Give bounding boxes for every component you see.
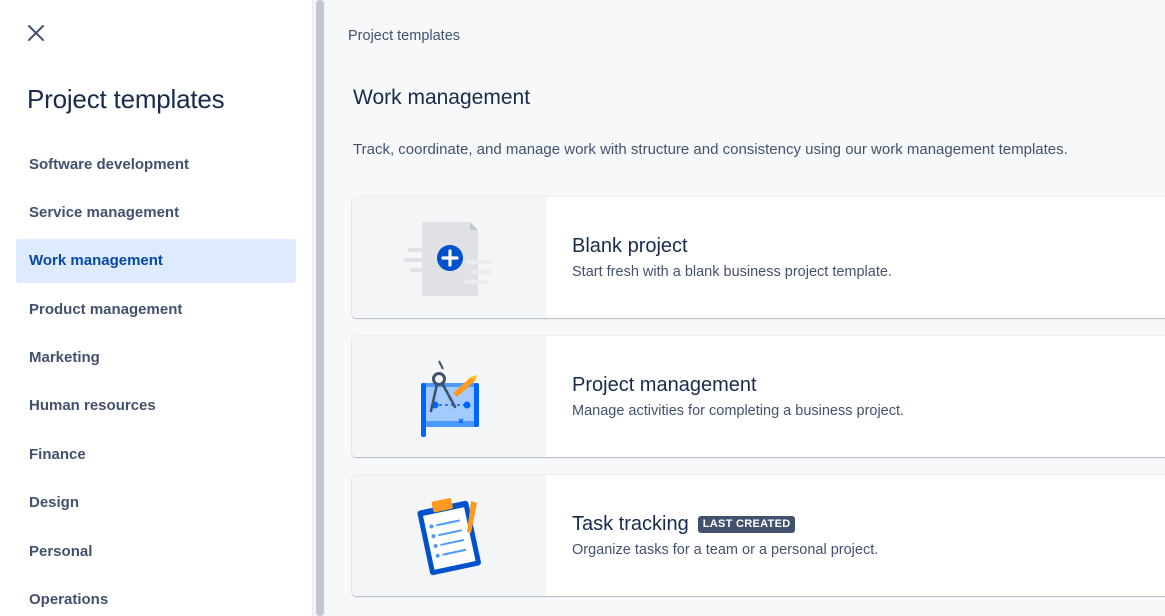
card-title-text: Task tracking [572,513,689,535]
sidebar-item-personal[interactable]: Personal [16,529,296,573]
card-title-text: Blank project [572,235,688,257]
card-title: Project management [572,374,757,397]
task-tracking-icon [417,497,481,575]
scrollbar-thumb[interactable] [316,0,324,616]
template-card-task-tracking[interactable]: Task tracking LAST CREATED Organize task… [352,475,1165,596]
card-title-text: Project management [572,374,757,396]
section-title: Work management [353,86,531,109]
last-created-badge: LAST CREATED [697,516,796,533]
card-description: Organize tasks for a team or a personal … [572,542,879,558]
sidebar-item-software-development[interactable]: Software development [16,142,296,186]
section-description: Track, coordinate, and manage work with … [353,141,1068,158]
blank-project-icon [404,221,492,296]
card-thumbnail [352,197,546,318]
card-description: Start fresh with a blank business projec… [572,264,892,280]
sidebar-scrollbar[interactable] [312,0,326,616]
breadcrumb[interactable]: Project templates [348,28,460,44]
sidebar-title: Project templates [27,84,225,114]
card-title: Task tracking LAST CREATED [572,513,796,536]
card-description: Manage activities for completing a busin… [572,403,905,419]
card-thumbnail [352,475,546,596]
close-button[interactable] [22,19,50,47]
card-thumbnail [352,336,546,457]
project-management-icon [421,360,479,437]
sidebar-item-service-management[interactable]: Service management [16,190,296,234]
template-card-blank-project[interactable]: Blank project Start fresh with a blank b… [352,197,1165,318]
sidebar-item-finance[interactable]: Finance [16,432,296,476]
card-title: Blank project [572,235,688,258]
sidebar-item-marketing[interactable]: Marketing [16,336,296,380]
close-icon [28,25,44,41]
main-content: Project templates Work management Track,… [326,0,1165,616]
template-card-project-management[interactable]: Project management Manage activities for… [352,336,1165,457]
sidebar: Project templates Software development S… [0,0,312,616]
sidebar-item-design[interactable]: Design [16,481,296,525]
sidebar-item-product-management[interactable]: Product management [16,287,296,331]
sidebar-item-work-management[interactable]: Work management [16,238,296,283]
sidebar-item-human-resources[interactable]: Human resources [16,384,296,428]
sidebar-item-operations[interactable]: Operations [16,578,296,616]
category-nav: Software development Service management … [16,142,296,616]
